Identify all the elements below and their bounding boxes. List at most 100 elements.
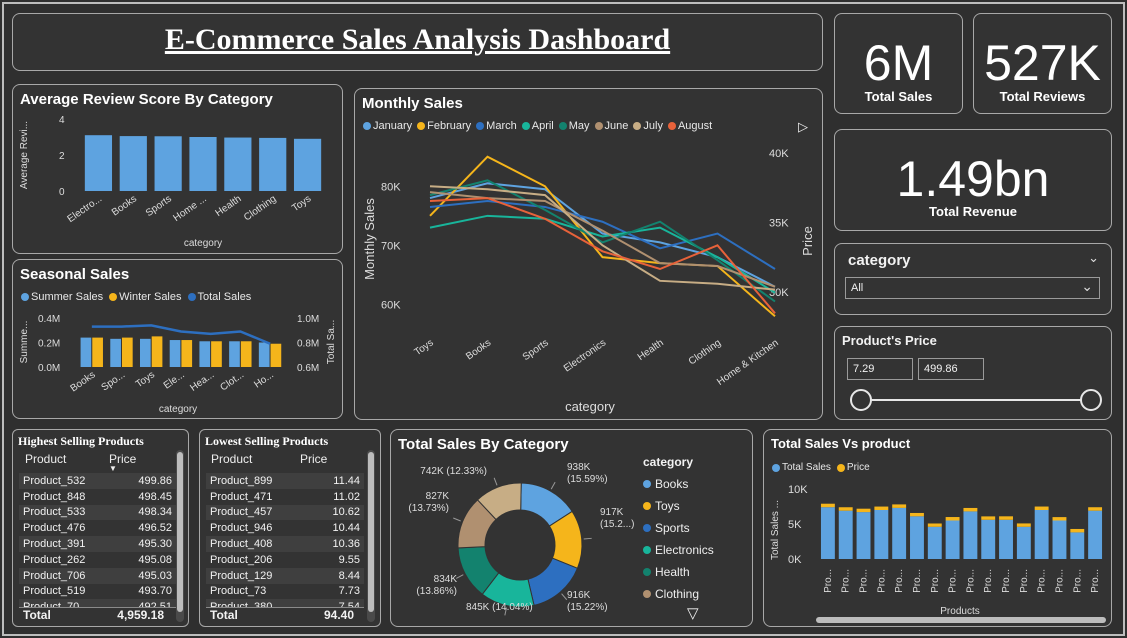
x-tick-label: Home & Kitchen <box>715 337 781 387</box>
category-slicer-title: category <box>848 252 911 269</box>
x-tick-label: Ho... <box>252 369 276 390</box>
col-header-product[interactable]: Product <box>211 452 252 466</box>
price-cell: 495.03 <box>117 567 176 584</box>
bar <box>119 136 147 191</box>
x-tick-label: Books <box>68 369 97 394</box>
pie-legend-item[interactable]: Health <box>643 561 714 583</box>
product-cell: Product_848 <box>23 490 86 503</box>
table-row[interactable]: Product_262 495.08 <box>19 552 176 568</box>
price-cell: 7.73 <box>338 585 360 598</box>
y-tick-label: 60K <box>381 299 401 311</box>
price-min-input[interactable]: 7.29 <box>847 358 913 380</box>
col-header-price[interactable]: Price <box>300 452 327 466</box>
kpi-total-reviews: 527K Total Reviews <box>973 13 1112 114</box>
slice-label: 938K (15.59%) <box>567 462 608 485</box>
pie-legend-item[interactable]: Books <box>643 473 714 495</box>
pie-legend-item[interactable]: Clothing <box>643 583 714 605</box>
price-cell: 499.86 <box>117 473 176 489</box>
table-row[interactable]: Product_533 498.34 <box>19 504 176 521</box>
x-tick-label: Pro... <box>983 569 994 593</box>
price-bar <box>1034 506 1049 510</box>
table-row[interactable]: Product_471 11.02 <box>206 489 364 505</box>
leader-line <box>550 481 556 490</box>
winter-bar <box>270 343 282 367</box>
monthly-chart-card: Monthly Sales January February March April M… <box>354 88 823 420</box>
sales-bar <box>999 519 1013 559</box>
pie-legend-item[interactable]: Sports <box>643 517 714 539</box>
table-row[interactable]: Product_946 10.44 <box>206 520 364 536</box>
price-bar <box>945 517 960 521</box>
bar <box>84 135 113 191</box>
seasonal-chart: 0.0M 0.2M 0.4M 0.6M 0.8M 1.0M Summe... Total Sa… <box>19 314 337 415</box>
slicer-collapse-icon[interactable]: ⌄ <box>1088 250 1099 266</box>
y-tick-label: 80K <box>381 181 401 193</box>
slice-label: 834K (13.86%) <box>416 574 457 597</box>
price-slider-low-handle[interactable] <box>850 389 872 411</box>
total-reviews-value: 527K <box>984 35 1101 91</box>
table-row[interactable]: Product_391 495.30 <box>19 536 176 552</box>
horizontal-scrollbar[interactable] <box>816 617 1106 623</box>
sales-bar <box>910 516 924 559</box>
price-slider-track[interactable] <box>861 399 1091 401</box>
pie-legend-item[interactable]: Electronics <box>643 539 714 561</box>
lowest-scrollbar[interactable] <box>367 450 375 622</box>
table-row[interactable]: Product_706 495.03 <box>19 567 176 584</box>
x-tick-label: Clothing <box>242 193 278 223</box>
y-axis-label: Total Sales ... <box>770 500 781 560</box>
sales-bar <box>892 507 907 559</box>
pie-legend-label: Toys <box>655 499 680 513</box>
table-row[interactable]: Product_457 10.62 <box>206 504 364 521</box>
product-cell: Product_457 <box>206 504 311 521</box>
lowest-total-value: 94.40 <box>323 608 354 622</box>
y-tick-label: 5K <box>788 519 802 531</box>
product-cell: Product_262 <box>23 553 86 566</box>
total-revenue-label: Total Revenue <box>929 204 1017 219</box>
price-bar <box>856 508 871 513</box>
table-row[interactable]: Product_73 7.73 <box>206 584 364 600</box>
sales-bar <box>1016 526 1031 559</box>
highest-scrollbar[interactable] <box>176 450 184 622</box>
monthly-chart: 60K70K80K30K35K40KMonthly Sales PriceToys… <box>362 148 815 414</box>
price-bar <box>874 506 889 510</box>
col-header-product[interactable]: Product <box>25 452 66 466</box>
x-tick-label: Ele... <box>162 369 187 391</box>
table-row[interactable]: Product_519 493.70 <box>19 584 176 600</box>
price-slider-high-handle[interactable] <box>1080 389 1102 411</box>
title-card: E-Commerce Sales Analysis Dashboard <box>12 13 823 71</box>
table-row[interactable]: Product_532 499.86 <box>19 473 176 489</box>
x-tick-label: Health <box>214 193 244 219</box>
sales-bar <box>945 520 960 559</box>
x-tick-label: Pro... <box>948 569 959 593</box>
x-tick-label: Pro... <box>912 569 923 593</box>
table-row[interactable]: Product_408 10.36 <box>206 536 364 552</box>
price-max-input[interactable]: 499.86 <box>918 358 984 380</box>
x-tick-label: Pro... <box>823 569 834 593</box>
sales-bar <box>820 507 835 559</box>
pie-legend-label: Sports <box>655 521 690 535</box>
x-tick-label: Clothing <box>687 337 723 367</box>
pie-legend-item[interactable]: Toys <box>643 495 714 517</box>
x-tick-label: Toys <box>134 369 157 390</box>
table-row[interactable]: Product_206 9.55 <box>206 552 364 568</box>
price-cell: 493.70 <box>138 585 172 598</box>
x-tick-label: Electronics <box>562 337 608 374</box>
table-row[interactable]: Product_848 498.45 <box>19 489 176 505</box>
y-tick-label: 4 <box>59 115 65 126</box>
legend-scroll-down-icon[interactable]: ▽ <box>687 604 699 622</box>
price-bar <box>1052 517 1067 521</box>
product-cell: Product_408 <box>206 536 311 552</box>
table-row[interactable]: Product_476 496.52 <box>19 520 176 536</box>
product-cell: Product_706 <box>19 567 118 584</box>
y-tick-label: 0.4M <box>38 314 60 325</box>
table-row[interactable]: Product_899 11.44 <box>206 473 364 489</box>
y2-tick-label: 1.0M <box>297 314 319 325</box>
table-row[interactable]: Product_129 8.44 <box>206 567 364 584</box>
x-tick-label: Pro... <box>930 569 941 593</box>
seasonal-chart-card: Seasonal Sales Summer Sales Winter Sales… <box>12 259 343 419</box>
sales-bar <box>1052 520 1067 559</box>
x-tick-label: Pro... <box>1019 569 1030 593</box>
pie-legend: Books Toys Sports Electronics Health Clothing <box>643 473 714 605</box>
leader-line <box>493 477 498 486</box>
winter-bar <box>121 337 133 367</box>
category-dropdown[interactable]: All ⌄ <box>845 277 1100 299</box>
